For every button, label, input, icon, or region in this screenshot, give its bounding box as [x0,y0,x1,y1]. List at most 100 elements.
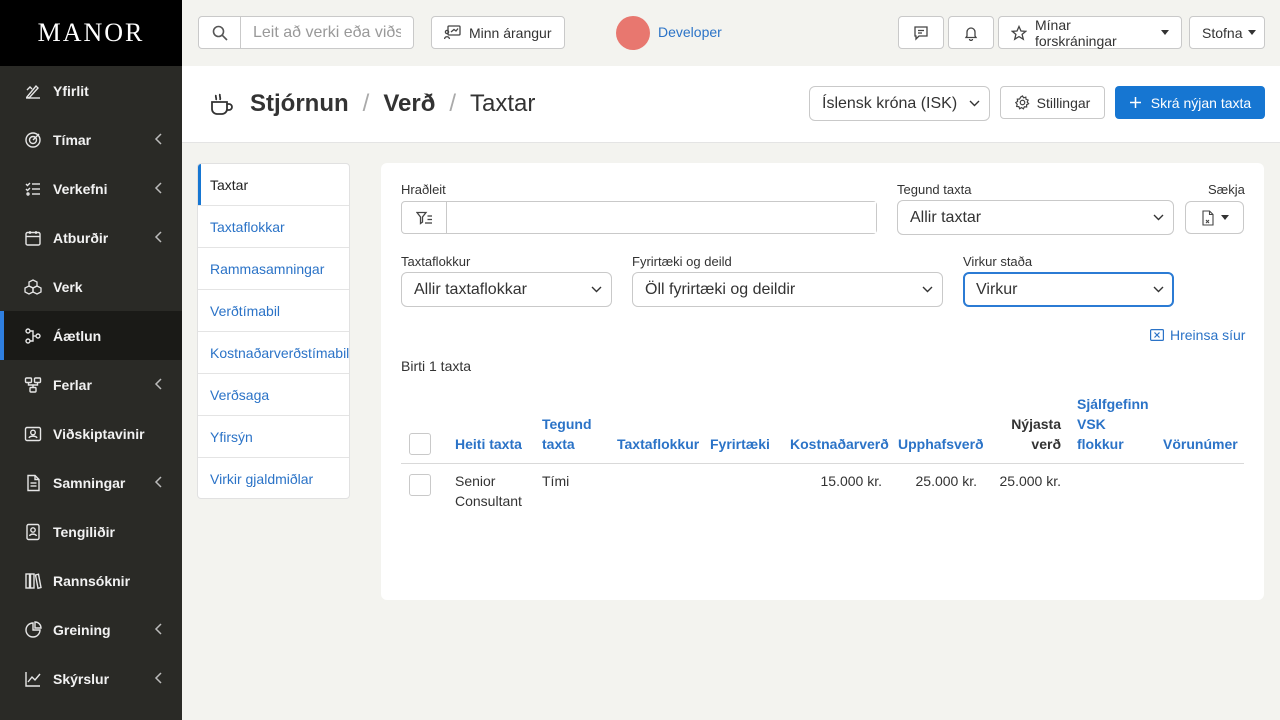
search-button[interactable] [199,17,241,48]
rate-type-select[interactable]: Allir taxtar [897,200,1174,235]
sidebar-item-tengilidir[interactable]: Tengiliðir [0,507,182,556]
column-header-vat[interactable]: Sjálfgefinn VSK flokkur [1077,394,1149,454]
chat-icon [913,25,929,41]
column-header-text: flokkur [1077,436,1124,452]
subnav-item-virkir-gjaldmidlar[interactable]: Virkir gjaldmiðlar [198,458,349,498]
new-rate-label: Skrá nýjan taxta [1150,94,1252,111]
cell-name[interactable]: Senior Consultant [455,471,522,511]
cell-cost: 15.000 kr. [820,473,883,489]
notifications-button[interactable] [948,16,994,49]
column-header-name[interactable]: Heiti taxta [455,434,522,454]
sidebar-item-rannsoknir[interactable]: Rannsóknir [0,556,182,605]
global-search [198,16,414,49]
currency-select[interactable]: Íslensk króna (ISK) [809,86,990,121]
rate-type-label: Tegund taxta [897,182,972,197]
diagram-icon [24,327,42,345]
my-registrations-dropdown[interactable]: Mínar forskráningar [998,16,1182,49]
sidebar-item-aaetlun[interactable]: Áætlun [0,311,182,360]
create-dropdown[interactable]: Stofna [1189,16,1265,49]
result-count: Birti 1 taxta [401,358,472,374]
chevron-down-icon [922,286,933,293]
subnav-item-kostnadarverdstimabil[interactable]: Kostnaðarverðstímabil [198,332,349,374]
settings-button[interactable]: Stillingar [1000,86,1105,119]
subnav-item-taxtaflokkar[interactable]: Taxtaflokkar [198,206,349,248]
sidebar-item-label: Verk [53,278,83,295]
sidebar-item-ferlar[interactable]: Ferlar [0,360,182,409]
status-select[interactable]: Virkur [963,272,1174,307]
column-header-text: VSK [1077,416,1106,432]
column-header-category[interactable]: Taxtaflokkur [617,434,699,454]
subnav-item-yfirsyn[interactable]: Yfirsýn [198,416,349,458]
clear-filters-link[interactable]: Hreinsa síur [1150,327,1245,343]
checklist-icon [24,180,42,198]
column-header-text: Heiti taxta [455,436,522,452]
category-value: Allir taxtaflokkar [414,280,527,298]
company-label: Fyrirtæki og deild [632,254,732,269]
column-header-text: Taxtaflokkur [617,436,700,452]
sidebar-item-atburdir[interactable]: Atburðir [0,213,182,262]
chevron-down-icon [1153,286,1164,293]
column-header-type[interactable]: Tegund taxta [542,414,592,454]
rates-card: Hraðleit Tegund taxta Allir taxtar Sækja… [381,163,1264,600]
status-value: Virkur [976,280,1018,298]
column-header-initial[interactable]: Upphafsverð [898,434,984,454]
my-registrations-label: Mínar forskráningar [1035,16,1117,49]
status-label: Virkur staða [963,254,1033,269]
company-select[interactable]: Öll fyrirtæki og deildir [632,272,943,307]
row-checkbox[interactable] [409,474,431,496]
sidebar-item-timar[interactable]: Tímar [0,115,182,164]
breadcrumb-item-verd[interactable]: Verð [383,90,435,118]
breadcrumb-item-stjornun[interactable]: Stjórnun [250,90,349,118]
sidebar-item-label: Atburðir [53,229,109,246]
chevron-left-icon [154,672,164,684]
pricing-subnav: Taxtar Taxtaflokkar Rammasamningar Verðt… [197,163,350,499]
subnav-item-rammasamningar[interactable]: Rammasamningar [198,248,349,290]
document-icon [24,474,42,492]
sidebar-item-label: Greining [53,621,111,638]
sidebar-item-label: Áætlun [53,327,102,344]
chevron-left-icon [154,623,164,635]
sidebar-item-skyrslur[interactable]: Skýrslur [0,654,182,703]
messages-button[interactable] [898,16,944,49]
target-clock-icon [24,131,42,149]
column-header-company[interactable]: Fyrirtæki [710,434,770,454]
avatar[interactable] [616,16,650,50]
sidebar-item-yfirlit[interactable]: Yfirlit [0,66,182,115]
sidebar-item-verkefni[interactable]: Verkefni [0,164,182,213]
clear-x-icon [1150,329,1164,341]
sidebar-item-label: Viðskiptavinir [53,425,145,442]
app-logo[interactable]: MANOR [0,0,182,66]
sidebar-item-greining[interactable]: Greining [0,605,182,654]
table-row[interactable]: Senior Consultant Tími 15.000 kr. 25.000… [401,464,1244,524]
column-header-text: verð [1031,436,1061,452]
sidebar-item-label: Samningar [53,474,126,491]
subnav-item-verdtimabil[interactable]: Verðtímabil [198,290,349,332]
export-dropdown[interactable] [1185,201,1244,234]
sidebar-item-samningar[interactable]: Samningar [0,458,182,507]
column-header-product[interactable]: Vörunúmer [1163,434,1238,454]
sidebar-item-verk[interactable]: Verk [0,262,182,311]
select-all-checkbox[interactable] [409,433,431,455]
my-achievement-button[interactable]: Minn árangur [431,16,565,49]
subnav-item-verdsaga[interactable]: Verðsaga [198,374,349,416]
cell-initial: 25.000 kr. [915,473,978,489]
search-input[interactable] [241,17,413,48]
quick-search-input[interactable] [447,202,876,233]
subnav-item-taxtar[interactable]: Taxtar [198,164,349,206]
new-rate-button[interactable]: Skrá nýjan taxta [1115,86,1265,119]
column-header-text: Nýjasta [1011,416,1061,432]
user-name-link[interactable]: Developer [658,24,722,40]
category-select[interactable]: Allir taxtaflokkar [401,272,612,307]
presentation-icon [444,25,461,40]
address-book-icon [24,523,42,541]
caret-down-icon [1161,30,1169,35]
filter-options-button[interactable] [402,202,447,233]
column-header-text: Upphafsverð [898,436,984,452]
sidebar-item-vidskiptavinir[interactable]: Viðskiptavinir [0,409,182,458]
column-header-cost[interactable]: Kostnaðarverð [790,434,889,454]
gear-icon [1014,95,1030,110]
top-bar: Minn árangur Developer Mínar forskráning… [182,0,1280,66]
file-excel-icon [1201,209,1215,226]
create-label: Stofna [1202,24,1243,41]
company-value: Öll fyrirtæki og deildir [645,280,796,298]
